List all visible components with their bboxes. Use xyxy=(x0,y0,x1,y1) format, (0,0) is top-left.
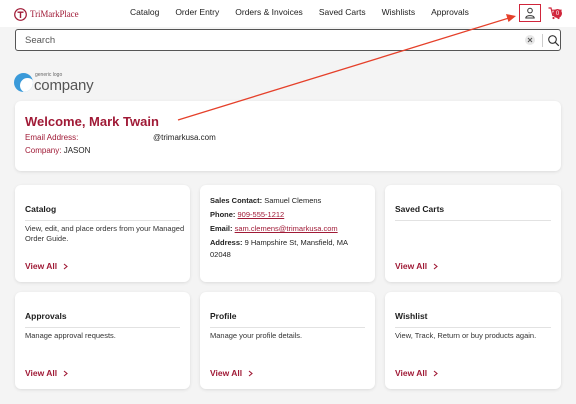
wishlist-title: Wishlist xyxy=(395,311,428,321)
chevron-right-icon xyxy=(63,370,68,376)
chevron-right-icon xyxy=(248,370,253,376)
trimark-logo-icon xyxy=(14,7,27,21)
approvals-description: Manage approval requests. xyxy=(25,331,116,340)
welcome-card: Welcome, Mark Twain Email Address: @trim… xyxy=(15,101,561,171)
sales-contact-value: Samuel Clemens xyxy=(264,196,322,205)
profile-description: Manage your profile details. xyxy=(210,331,303,340)
search-icon[interactable] xyxy=(547,34,560,47)
email-value: @trimarkusa.com xyxy=(153,133,216,142)
top-navigation-bar: TriMarkPlace Catalog Order Entry Orders … xyxy=(0,0,576,27)
phone-row: Phone: 909-555-1212 xyxy=(210,209,284,221)
saved-carts-title: Saved Carts xyxy=(395,204,445,214)
clear-icon xyxy=(527,37,533,43)
search-divider xyxy=(542,34,543,47)
company-logo: generic logo company xyxy=(14,72,94,94)
approvals-tile: Approvals Manage approval requests. View… xyxy=(15,292,190,389)
tile-divider xyxy=(25,327,180,328)
nav-approvals[interactable]: Approvals xyxy=(431,7,469,21)
profile-title: Profile xyxy=(210,311,237,321)
saved-carts-tile: Saved Carts View All xyxy=(385,185,561,282)
address-row: Address: 9 Hampshire St, Mansfield, MA 0… xyxy=(210,237,370,261)
contact-email-link[interactable]: sam.clemens@trimarkusa.com xyxy=(235,224,338,233)
nav-order-entry[interactable]: Order Entry xyxy=(175,7,219,21)
email-row: Email Address: @trimarkusa.com xyxy=(25,133,216,142)
contact-email-label: Email: xyxy=(210,224,233,233)
chevron-right-icon xyxy=(63,263,68,269)
chevron-right-icon xyxy=(433,263,438,269)
user-account-button[interactable] xyxy=(519,4,541,22)
profile-tile: Profile Manage your profile details. Vie… xyxy=(200,292,375,389)
wishlist-tile: Wishlist View, Track, Return or buy prod… xyxy=(385,292,561,389)
company-logo-mark xyxy=(14,73,33,92)
nav-catalog[interactable]: Catalog xyxy=(130,7,159,21)
phone-link[interactable]: 909-555-1212 xyxy=(238,210,285,219)
approvals-title: Approvals xyxy=(25,311,67,321)
approvals-view-all-link[interactable]: View All xyxy=(25,368,68,378)
catalog-title: Catalog xyxy=(25,204,57,214)
view-all-label: View All xyxy=(395,368,428,378)
catalog-tile: Catalog View, edit, and place orders fro… xyxy=(15,185,190,282)
sales-contact-tile: Sales Contact: Samuel Clemens Phone: 909… xyxy=(200,185,375,282)
catalog-description: View, edit, and place orders from your M… xyxy=(25,224,185,243)
nav-saved-carts[interactable]: Saved Carts xyxy=(319,7,366,21)
search-clear-button[interactable] xyxy=(525,35,535,45)
view-all-label: View All xyxy=(210,368,243,378)
cart-count-badge: 0 xyxy=(553,9,562,18)
sales-contact-label: Sales Contact: xyxy=(210,196,263,205)
search-bar xyxy=(15,29,561,51)
nav-orders-invoices[interactable]: Orders & Invoices xyxy=(235,7,303,21)
view-all-label: View All xyxy=(25,261,58,271)
email-label: Email Address: xyxy=(25,133,79,142)
saved-carts-view-all-link[interactable]: View All xyxy=(395,261,438,271)
view-all-label: View All xyxy=(395,261,428,271)
catalog-view-all-link[interactable]: View All xyxy=(25,261,68,271)
brand-name: TriMarkPlace xyxy=(30,9,79,19)
view-all-label: View All xyxy=(25,368,58,378)
phone-label: Phone: xyxy=(210,210,236,219)
welcome-title: Welcome, Mark Twain xyxy=(25,114,159,129)
company-value: JASON xyxy=(63,146,91,155)
company-row: Company: JASON xyxy=(25,146,90,155)
chevron-right-icon xyxy=(433,370,438,376)
user-icon xyxy=(525,7,535,19)
tile-divider xyxy=(395,220,551,221)
contact-email-row: Email: sam.clemens@trimarkusa.com xyxy=(210,223,338,235)
tile-divider xyxy=(25,220,180,221)
tile-divider xyxy=(210,327,365,328)
wishlist-view-all-link[interactable]: View All xyxy=(395,368,438,378)
profile-view-all-link[interactable]: View All xyxy=(210,368,253,378)
company-label: Company: xyxy=(25,146,62,155)
address-label: Address: xyxy=(210,238,243,247)
tile-divider xyxy=(395,327,551,328)
nav-wishlists[interactable]: Wishlists xyxy=(382,7,416,21)
search-input[interactable] xyxy=(25,33,505,47)
sales-contact-row: Sales Contact: Samuel Clemens xyxy=(210,195,321,207)
wishlist-description: View, Track, Return or buy products agai… xyxy=(395,331,537,340)
brand-logo[interactable]: TriMarkPlace xyxy=(14,7,79,21)
company-logo-word: company xyxy=(34,77,94,94)
main-nav: Catalog Order Entry Orders & Invoices Sa… xyxy=(130,7,469,21)
